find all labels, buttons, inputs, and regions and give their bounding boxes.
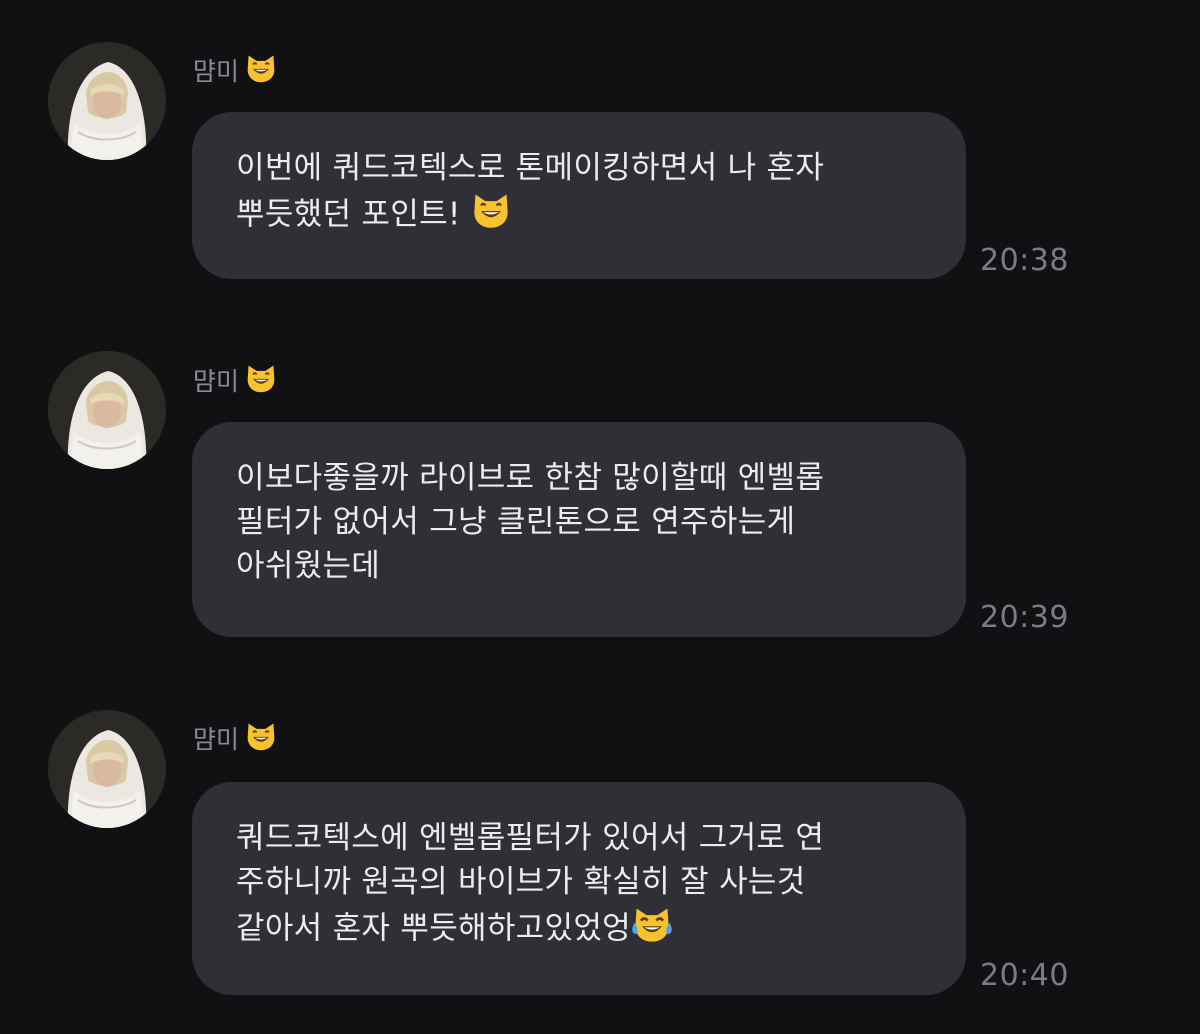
message-timestamp: 20:40 <box>980 958 1069 993</box>
sender-name: 먐미 <box>193 362 277 402</box>
message-bubble[interactable]: 쿼드코텍스에 엔벨롭필터가 있어서 그거로 연 주하니까 원곡의 바이브가 확실… <box>192 782 966 995</box>
sender-label: 먐미 <box>193 367 240 396</box>
cat-grinning-icon <box>471 190 511 242</box>
message-timestamp: 20:39 <box>980 600 1069 635</box>
message-line: 이번에 쿼드코텍스로 톤메이킹하면서 나 혼자 <box>236 150 825 186</box>
message-line-with-emoji: 뿌듯했던 포인트! <box>236 190 926 242</box>
cat-tears-of-joy-icon <box>631 904 673 956</box>
message-line: 뿌듯했던 포인트! <box>236 196 461 233</box>
message-bubble[interactable]: 이번에 쿼드코텍스로 톤메이킹하면서 나 혼자 뿌듯했던 포인트! <box>192 112 966 279</box>
message-timestamp: 20:38 <box>980 243 1069 278</box>
sender-label: 먐미 <box>193 725 240 754</box>
sender-name: 먐미 <box>193 720 277 760</box>
avatar-photo <box>48 42 166 160</box>
message-line: 이보다좋을까 라이브로 한참 많이할때 엔벨롭 <box>236 460 825 496</box>
message-line: 쿼드코텍스에 엔벨롭필터가 있어서 그거로 연 <box>236 820 825 856</box>
cat-grinning-icon <box>245 720 277 760</box>
sender-name: 먐미 <box>193 52 277 92</box>
message-line: 주하니까 원곡의 바이브가 확실히 잘 사는것 <box>236 864 806 900</box>
avatar[interactable] <box>48 710 166 828</box>
message-line: 필터가 없어서 그냥 클린톤으로 연주하는게 <box>236 504 796 540</box>
sender-label: 먐미 <box>193 57 240 86</box>
avatar-photo <box>48 351 166 469</box>
avatar-photo <box>48 710 166 828</box>
avatar[interactable] <box>48 42 166 160</box>
message-line-with-emoji: 같아서 혼자 뿌듯해하고있었엉 <box>236 904 926 956</box>
cat-grinning-icon <box>245 362 277 402</box>
message-line: 같아서 혼자 뿌듯해하고있었엉 <box>236 910 631 947</box>
avatar[interactable] <box>48 351 166 469</box>
message-bubble[interactable]: 이보다좋을까 라이브로 한참 많이할때 엔벨롭 필터가 없어서 그냥 클린톤으로… <box>192 422 966 637</box>
message-line: 아쉬웠는데 <box>236 548 381 584</box>
cat-grinning-icon <box>245 52 277 92</box>
